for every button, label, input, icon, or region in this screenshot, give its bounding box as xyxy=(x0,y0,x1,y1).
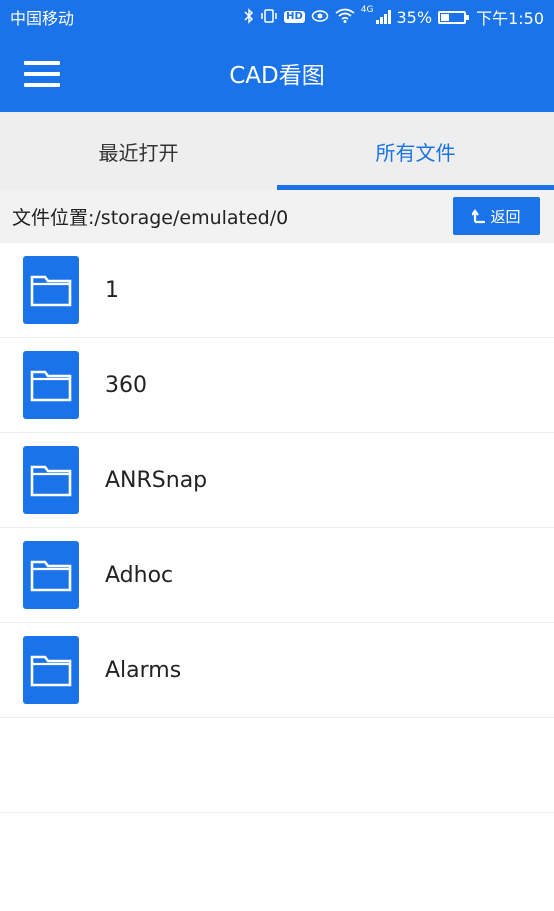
app-bar: CAD看图 xyxy=(0,34,554,112)
list-item[interactable]: ANRSnap xyxy=(0,433,554,528)
folder-icon xyxy=(23,541,79,609)
battery-icon xyxy=(438,10,470,24)
tab-bar: 最近打开 所有文件 xyxy=(0,112,554,190)
hamburger-menu-icon[interactable] xyxy=(20,56,64,92)
list-item[interactable]: Adhoc xyxy=(0,528,554,623)
empty-list-row xyxy=(0,718,554,813)
battery-fill xyxy=(441,13,450,21)
carrier-label: 中国移动 xyxy=(10,9,75,28)
file-name: Alarms xyxy=(105,657,182,683)
file-name: ANRSnap xyxy=(105,467,208,493)
clock: 下午1:50 xyxy=(476,9,544,28)
file-name: Adhoc xyxy=(105,562,174,588)
status-icons: HD 4G 35% 下午1:50 xyxy=(244,5,544,29)
folder-icon xyxy=(23,351,79,419)
battery-percent: 35% xyxy=(396,7,433,27)
hd-icon: HD xyxy=(284,11,305,23)
signal-icon xyxy=(375,10,391,24)
back-button-label: 返回 xyxy=(490,207,521,226)
list-item[interactable]: Alarms xyxy=(0,623,554,718)
folder-icon xyxy=(23,256,79,324)
app-title: CAD看图 xyxy=(229,63,325,89)
folder-icon xyxy=(23,446,79,514)
return-arrow-icon xyxy=(472,208,486,224)
network-type: 4G xyxy=(360,5,374,15)
file-name: 360 xyxy=(105,372,147,398)
file-list: 1 360 ANRSnap Adhoc Alarms xyxy=(0,243,554,813)
bluetooth-icon xyxy=(244,7,254,27)
list-item[interactable]: 360 xyxy=(0,338,554,433)
status-bar: 中国移动 HD 4G 35% 下午1:50 xyxy=(0,0,554,34)
file-path-label: 文件位置:/storage/emulated/0 xyxy=(12,207,289,229)
tab-recent[interactable]: 最近打开 xyxy=(0,112,277,190)
tab-all-files[interactable]: 所有文件 xyxy=(277,112,554,190)
eye-icon xyxy=(311,9,329,26)
wifi-icon xyxy=(335,8,355,26)
vibrate-icon xyxy=(260,8,278,26)
folder-icon xyxy=(23,636,79,704)
back-button[interactable]: 返回 xyxy=(453,197,540,235)
list-item[interactable]: 1 xyxy=(0,243,554,338)
file-name: 1 xyxy=(105,277,119,303)
path-bar: 文件位置:/storage/emulated/0 返回 xyxy=(0,190,554,243)
